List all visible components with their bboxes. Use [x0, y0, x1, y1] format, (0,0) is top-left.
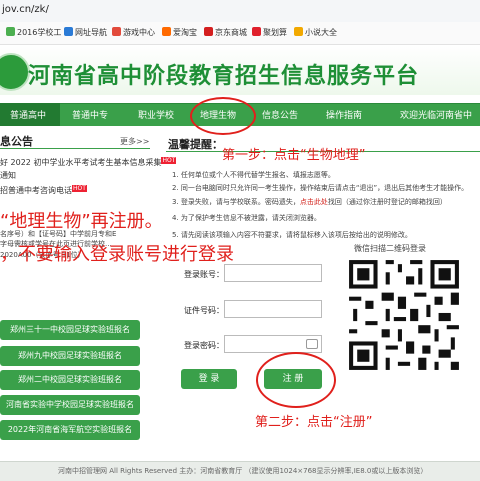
annotation-step2: 第二步：点击“注册”: [255, 415, 373, 430]
tip-line: 4. 为了保护考生信息不被泄露，请关闭浏览器。: [172, 214, 321, 222]
tip-line: 5. 请先阅读该项输入内容不符要求，请将鼠标移入该项后按给出的说明修改。: [172, 231, 412, 239]
signup-zz31-button[interactable]: 郑州三十一中校园足球实验班报名: [0, 320, 140, 340]
bookmark-taobao[interactable]: 爱淘宝: [162, 27, 197, 38]
notice-more-link[interactable]: 更多>>: [120, 136, 149, 147]
jd-icon: [204, 27, 213, 36]
page-footer: 河南中招管理网 All Rights Reserved 主办：河南省教育厅 （建…: [0, 461, 480, 481]
wechat-login-label: 微信扫描二维码登录: [354, 244, 426, 253]
signup-navy-aviation-button[interactable]: 2022年河南省海军航空实验班报名: [0, 420, 140, 440]
annotation-instruction-line2: ，不要输入登录账号进行登录: [0, 244, 234, 265]
reset-password-link[interactable]: 点击此处: [300, 198, 328, 206]
notice-divider: [0, 148, 150, 149]
juhuasuan-icon: [252, 27, 261, 36]
hot-badge: HOT: [161, 157, 177, 164]
tips-title: 温馨提醒：: [168, 138, 223, 151]
id-number-input[interactable]: [224, 300, 322, 318]
nav-item-vocational[interactable]: 职业学校: [138, 108, 174, 121]
signup-zz9-button[interactable]: 郑州九中校园足球实验班报名: [0, 346, 140, 366]
signup-hn-experimental-button[interactable]: 河南省实验中学校园足球实验班报名: [0, 395, 140, 415]
hot-badge: HOT: [72, 185, 87, 192]
notice-item[interactable]: 好 2022 初中学业水平考试考生基本信息采集HOT: [0, 157, 177, 168]
signup-zz2-button[interactable]: 郑州二中校园足球实验班报名: [0, 370, 140, 390]
nav-item-general-high[interactable]: 普通高中: [10, 108, 46, 121]
annotation-step1: 第一步：点击“生物地理”: [222, 148, 366, 163]
password-input[interactable]: [224, 335, 322, 353]
nav-item-announcements[interactable]: 信息公告: [262, 108, 298, 121]
highlight-register-button: [256, 352, 336, 408]
address-text: jov.cn/zk/: [2, 4, 49, 15]
annotation-instruction-line1: “地理生物”再注册。: [0, 211, 163, 232]
nav-item-secondary[interactable]: 普通中专: [72, 108, 108, 121]
bookmark-school[interactable]: 2016学校工: [6, 27, 61, 38]
tip-line: 3. 登录失败，请与学校联系。密码遗失，点击此处找回（通过你注册时登记的邮箱找回…: [172, 198, 447, 206]
nav-welcome: 欢迎光临河南省中: [400, 111, 473, 121]
nav-item-guide[interactable]: 操作指南: [326, 108, 362, 121]
notice-item[interactable]: 通知: [0, 170, 16, 181]
game-icon: [112, 27, 121, 36]
notice-title: 息公告: [0, 135, 33, 148]
school-icon: [6, 27, 15, 36]
address-bar[interactable]: jov.cn/zk/: [0, 0, 480, 23]
account-label: 登录账号：: [184, 270, 224, 279]
wechat-qr-code-icon[interactable]: [345, 256, 463, 374]
tip-line: 2. 同一台电脑同时只允许同一考生操作，操作结束后请点击“退出”，退出后其他考生…: [172, 184, 469, 192]
bookmark-nav[interactable]: 网址导航: [64, 27, 107, 38]
bookmark-novel[interactable]: 小说大全: [294, 27, 337, 38]
footer-text: 河南中招管理网 All Rights Reserved 主办：河南省教育厅 （建…: [58, 467, 428, 475]
book-icon: [294, 27, 303, 36]
bookmarks-bar: 2016学校工 网址导航 游戏中心 爱淘宝 京东商城 聚划算 小说大全: [0, 22, 480, 45]
keyboard-icon[interactable]: [306, 339, 318, 349]
bookmark-jd[interactable]: 京东商城: [204, 27, 247, 38]
taobao-icon: [162, 27, 171, 36]
site-title: 河南省高中阶段教育招生信息服务平台: [28, 64, 420, 89]
password-label: 登录密码：: [184, 341, 224, 350]
highlight-nav-geo-bio: [190, 97, 256, 135]
globe-icon: [64, 27, 73, 36]
tip-line: 1. 任何单位或个人不得代替学生报名、填报志愿等。: [172, 171, 335, 179]
account-input[interactable]: [224, 264, 322, 282]
id-label: 证件号码：: [184, 306, 224, 315]
login-button[interactable]: 登 录: [181, 369, 237, 389]
bookmark-juhuasuan[interactable]: 聚划算: [252, 27, 287, 38]
bookmark-games[interactable]: 游戏中心: [112, 27, 155, 38]
notice-item[interactable]: 招普通中考咨询电话HOT: [0, 185, 87, 196]
